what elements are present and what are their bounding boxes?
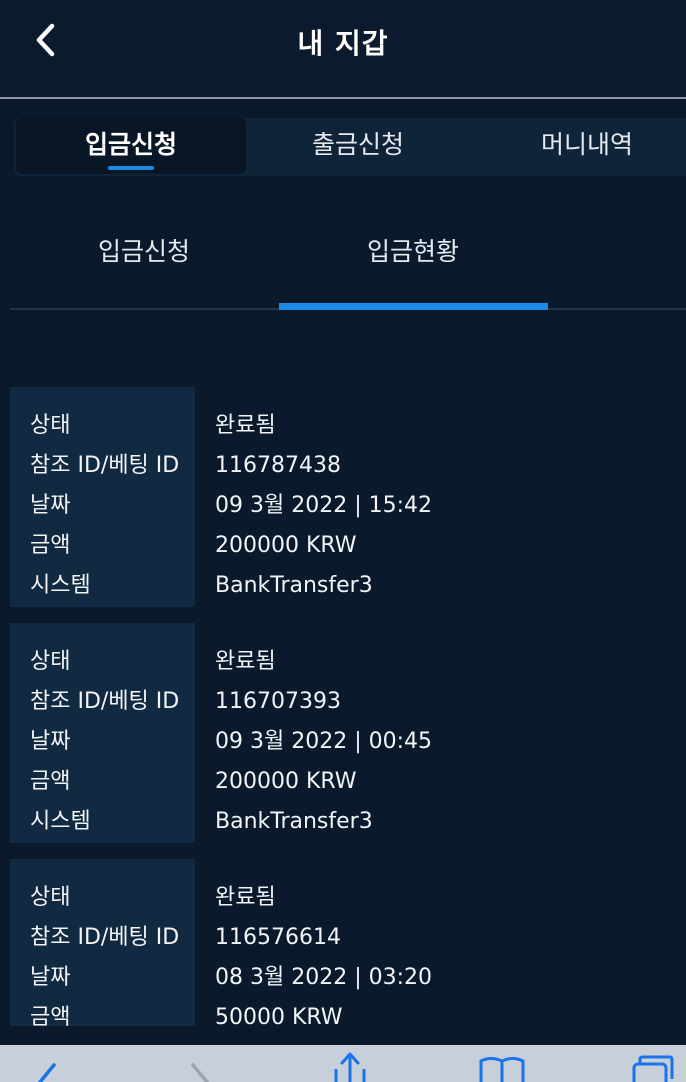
row-label: 상태: [30, 885, 71, 910]
status-value: 완료됨: [215, 649, 276, 674]
record-row-ref: 참조 ID/베팅 ID 116787438: [10, 446, 686, 486]
amount-value: 50000 KRW: [215, 1005, 343, 1026]
record-row-status: 상태 완료됨: [10, 878, 686, 918]
record-row-date: 날짜 09 3월 2022 | 00:45: [10, 722, 686, 762]
deposit-record: 상태 완료됨 참조 ID/베팅 ID 116576614 날짜 08 3월 20…: [10, 859, 686, 1026]
subtab-deposit-status[interactable]: 입금현황: [279, 200, 547, 304]
row-label: 날짜: [30, 965, 71, 990]
subtab-label: 입금신청: [97, 237, 190, 266]
tab-label: 머니내역: [540, 130, 633, 159]
ref-id-value: 116787438: [215, 453, 341, 478]
record-row-ref: 참조 ID/베팅 ID 116576614: [10, 918, 686, 958]
back-arrow-icon[interactable]: [30, 1059, 62, 1082]
tab-withdraw-request[interactable]: 출금신청: [243, 118, 473, 174]
row-label: 시스템: [30, 573, 91, 598]
status-value: 완료됨: [215, 885, 276, 910]
record-row-amount: 금액 200000 KRW: [10, 762, 686, 802]
status-value: 완료됨: [215, 413, 276, 438]
date-value: 09 3월 2022 | 15:42: [215, 493, 433, 518]
system-value: BankTransfer3: [215, 809, 373, 834]
amount-value: 200000 KRW: [215, 769, 357, 794]
record-row-amount: 금액 200000 KRW: [10, 526, 686, 566]
record-row-date: 날짜 09 3월 2022 | 15:42: [10, 486, 686, 526]
tabs-icon[interactable]: [630, 1055, 676, 1082]
record-row-amount: 금액 50000 KRW: [10, 998, 686, 1026]
row-label: 금액: [30, 1005, 71, 1026]
row-label: 상태: [30, 649, 71, 674]
date-value: 09 3월 2022 | 00:45: [215, 729, 433, 754]
row-label: 날짜: [30, 729, 71, 754]
system-value: BankTransfer3: [215, 573, 373, 598]
forward-arrow-icon[interactable]: [185, 1059, 217, 1082]
active-subtab-indicator: [279, 303, 548, 310]
ref-id-value: 116576614: [215, 925, 341, 950]
page-title: 내 지갑: [297, 27, 389, 60]
row-label: 참조 ID/베팅 ID: [30, 689, 180, 714]
bookmarks-icon[interactable]: [478, 1055, 526, 1082]
deposit-status-list[interactable]: 상태 완료됨 참조 ID/베팅 ID 116787438 날짜 09 3월 20…: [10, 387, 686, 1026]
tab-label: 출금신청: [311, 130, 404, 159]
share-icon[interactable]: [330, 1051, 370, 1082]
tab-deposit-request[interactable]: 입금신청: [16, 118, 246, 174]
date-value: 08 3월 2022 | 03:20: [215, 965, 433, 990]
record-row-status: 상태 완료됨: [10, 406, 686, 446]
row-label: 금액: [30, 533, 71, 558]
active-tab-indicator: [108, 166, 154, 170]
browser-toolbar: [0, 1045, 686, 1082]
deposit-record: 상태 완료됨 참조 ID/베팅 ID 116787438 날짜 09 3월 20…: [10, 387, 686, 607]
row-label: 금액: [30, 769, 71, 794]
subtab-deposit-request[interactable]: 입금신청: [10, 200, 278, 304]
ref-id-value: 116707393: [215, 689, 341, 714]
row-label: 참조 ID/베팅 ID: [30, 925, 180, 950]
amount-value: 200000 KRW: [215, 533, 357, 558]
tab-label: 입금신청: [84, 130, 177, 159]
row-label: 참조 ID/베팅 ID: [30, 453, 180, 478]
deposit-record: 상태 완료됨 참조 ID/베팅 ID 116707393 날짜 09 3월 20…: [10, 623, 686, 843]
app-header: 내 지갑: [0, 0, 686, 99]
row-label: 날짜: [30, 493, 71, 518]
record-row-status: 상태 완료됨: [10, 642, 686, 682]
record-row-system: 시스템 BankTransfer3: [10, 566, 686, 606]
record-row-ref: 참조 ID/베팅 ID 116707393: [10, 682, 686, 722]
deposit-subtabs: 입금신청 입금현황: [10, 200, 686, 310]
tab-money-history[interactable]: 머니내역: [472, 118, 686, 174]
record-row-system: 시스템 BankTransfer3: [10, 802, 686, 842]
row-label: 상태: [30, 413, 71, 438]
row-label: 시스템: [30, 809, 91, 834]
wallet-tabs: 입금신청 출금신청 머니내역: [14, 118, 686, 176]
record-row-date: 날짜 08 3월 2022 | 03:20: [10, 958, 686, 998]
subtab-label: 입금현황: [366, 237, 459, 266]
